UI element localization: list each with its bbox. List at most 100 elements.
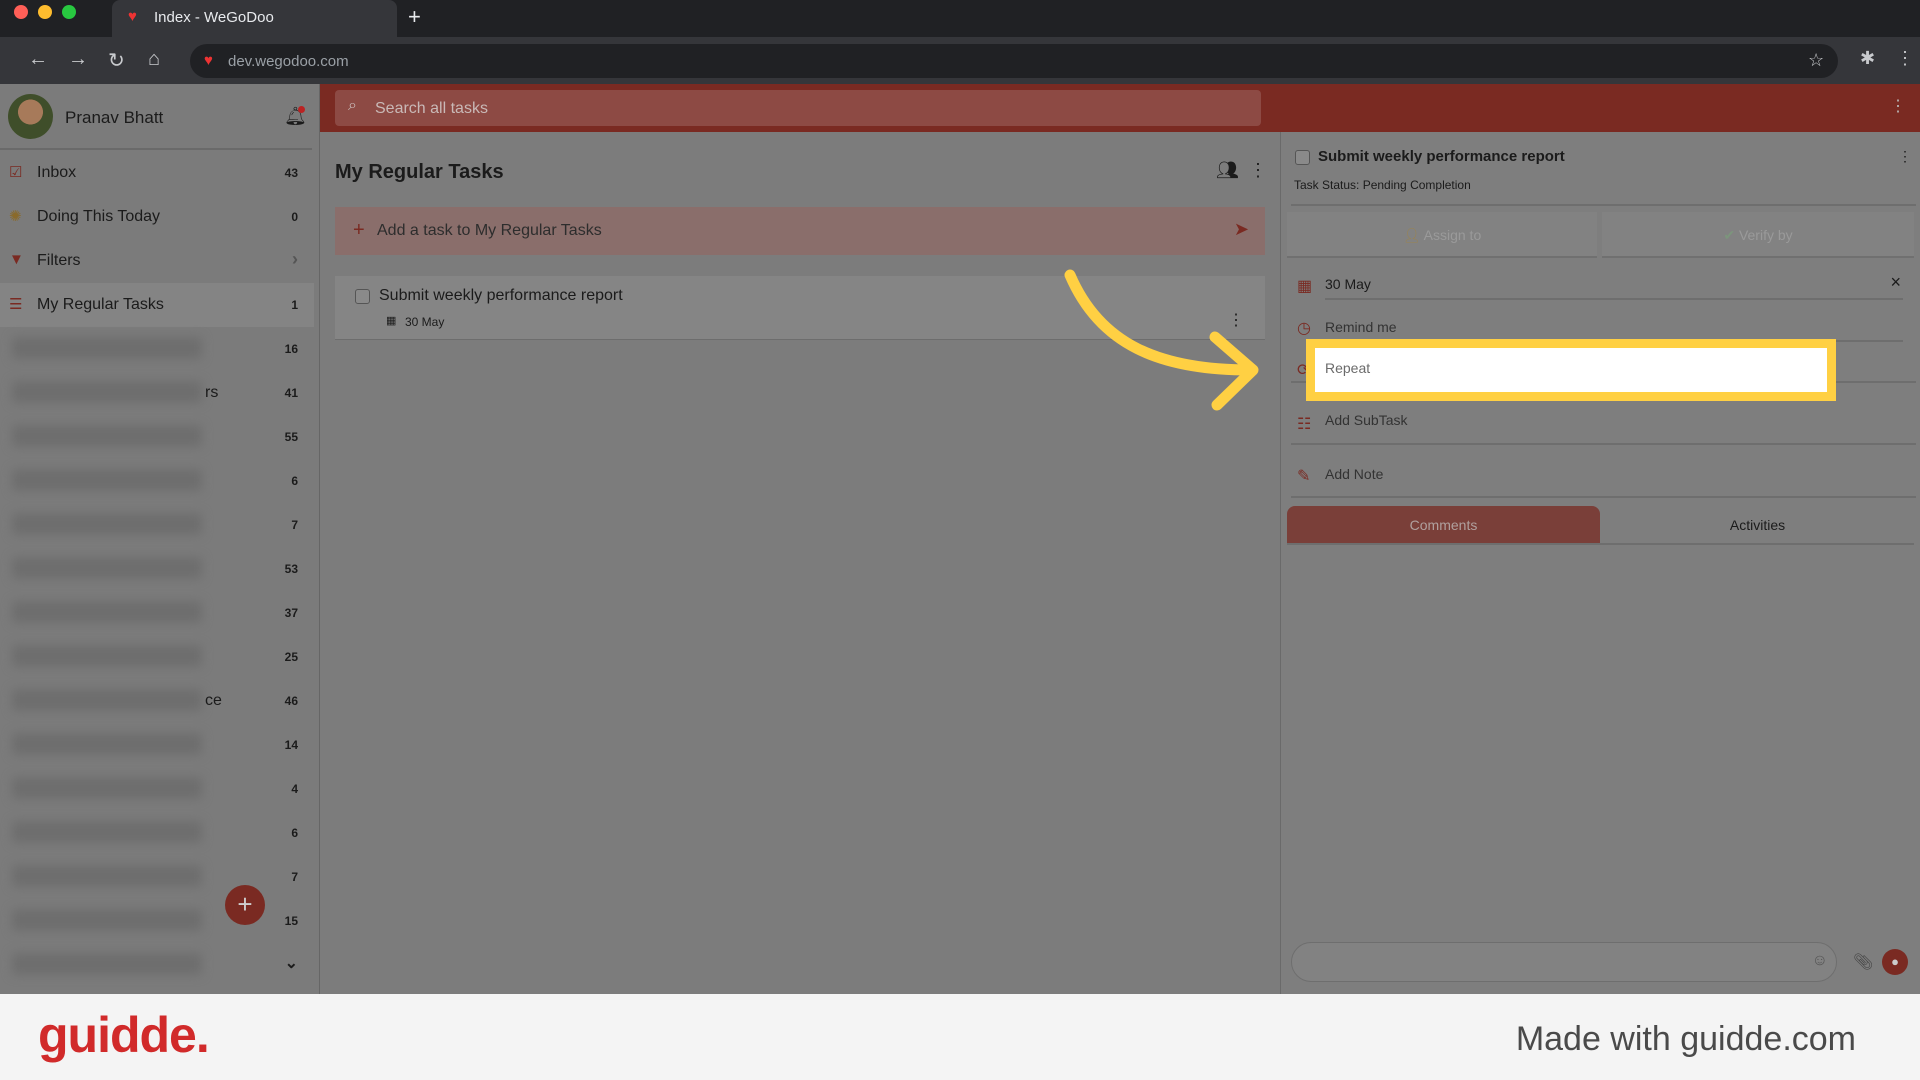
new-tab-button[interactable]: + bbox=[408, 4, 421, 30]
repeat-field-highlighted[interactable]: Repeat bbox=[1306, 339, 1836, 401]
minimize-window-button[interactable] bbox=[38, 5, 52, 19]
task-title: Submit weekly performance report bbox=[379, 287, 623, 304]
search-placeholder: Search all tasks bbox=[375, 100, 488, 117]
divider bbox=[1287, 543, 1914, 545]
add-task-input[interactable]: + Add a task to My Regular Tasks ➤ bbox=[335, 207, 1265, 255]
sidebar-project-item[interactable]: 6 bbox=[0, 459, 314, 503]
more-icon[interactable]: ⋮ bbox=[1890, 96, 1906, 116]
sidebar-project-item[interactable]: ⌄ bbox=[0, 943, 314, 987]
sidebar-item-count: 53 bbox=[284, 562, 298, 576]
detail-menu-icon[interactable]: ⋮ bbox=[1898, 148, 1912, 165]
clock-icon: ◷ bbox=[1297, 320, 1311, 337]
due-date-field[interactable]: 30 May × bbox=[1325, 270, 1903, 300]
avatar[interactable] bbox=[8, 94, 53, 139]
microphone-button[interactable]: ● bbox=[1882, 949, 1908, 975]
user-name: Pranav Bhatt bbox=[65, 108, 164, 127]
add-note-button[interactable]: Add Note bbox=[1291, 450, 1916, 498]
blurred-label bbox=[12, 337, 202, 359]
sidebar-project-item[interactable]: 53 bbox=[0, 547, 314, 591]
url-field[interactable]: ♥ dev.wegodoo.com bbox=[190, 44, 1838, 78]
browser-menu-icon[interactable]: ⋮ bbox=[1896, 48, 1914, 69]
sidebar-item-count: 6 bbox=[291, 826, 298, 840]
blurred-label bbox=[12, 425, 202, 447]
blurred-label bbox=[12, 557, 202, 579]
sidebar-item-count: 0 bbox=[291, 210, 298, 224]
sidebar-project-item[interactable]: 6 bbox=[0, 811, 314, 855]
sidebar-item-count: 41 bbox=[284, 386, 298, 400]
sidebar-item-count: 14 bbox=[284, 738, 298, 752]
page-title: My Regular Tasks bbox=[335, 161, 504, 183]
forward-icon[interactable]: → bbox=[68, 48, 88, 71]
sidebar-item-count: 43 bbox=[284, 166, 298, 180]
guide-arrow bbox=[1064, 269, 1259, 411]
star-icon[interactable]: ☆ bbox=[1808, 50, 1824, 71]
emoji-icon[interactable]: ☺ bbox=[1812, 952, 1828, 970]
home-icon[interactable]: ⌂ bbox=[148, 48, 160, 71]
sidebar-project-item[interactable]: 25 bbox=[0, 635, 314, 679]
sidebar-item-count: 16 bbox=[284, 342, 298, 356]
blurred-label bbox=[12, 689, 202, 711]
assign-to-button[interactable]: 👤︎ Assign to bbox=[1287, 212, 1597, 258]
sidebar-project-item[interactable]: 37 bbox=[0, 591, 314, 635]
remind-me-field[interactable]: Remind me bbox=[1325, 312, 1903, 342]
notification-dot bbox=[298, 106, 305, 113]
chevron-down-icon[interactable]: ⌄ bbox=[285, 953, 298, 973]
blurred-label bbox=[12, 381, 202, 403]
add-task-placeholder: Add a task to My Regular Tasks bbox=[377, 222, 602, 239]
blurred-label bbox=[12, 601, 202, 623]
sidebar-item-inbox[interactable]: ☑ Inbox 43 bbox=[0, 151, 314, 195]
search-input[interactable]: ⌕ Search all tasks bbox=[335, 90, 1261, 126]
task-checkbox[interactable] bbox=[355, 289, 370, 304]
sidebar-project-item[interactable]: 16 bbox=[0, 327, 314, 371]
check-square-icon: ☑ bbox=[9, 164, 23, 181]
due-date: 30 May bbox=[1325, 276, 1371, 292]
sidebar-project-item[interactable]: 15 bbox=[0, 899, 314, 943]
attachment-icon[interactable]: 📎︎ bbox=[1853, 952, 1873, 972]
chevron-right-icon: › bbox=[292, 249, 298, 269]
sun-icon: ✺ bbox=[9, 208, 22, 225]
tab-comments[interactable]: Comments bbox=[1287, 506, 1600, 543]
blurred-label bbox=[12, 777, 202, 799]
sidebar-item-filters[interactable]: ▼ Filters › bbox=[0, 239, 314, 283]
blurred-label bbox=[12, 513, 202, 535]
sidebar-item-doing-today[interactable]: ✺ Doing This Today 0 bbox=[0, 195, 314, 239]
assign-label: Assign to bbox=[1423, 227, 1482, 243]
back-icon[interactable]: ← bbox=[28, 48, 48, 71]
detail-title: Submit weekly performance report bbox=[1318, 148, 1565, 165]
sidebar-project-item[interactable]: 4 bbox=[0, 767, 314, 811]
add-project-button[interactable]: + bbox=[225, 885, 265, 925]
tab-activities[interactable]: Activities bbox=[1601, 506, 1914, 543]
detail-checkbox[interactable] bbox=[1295, 150, 1310, 165]
sidebar-project-item[interactable]: rs 41 bbox=[0, 371, 314, 415]
remind-label: Remind me bbox=[1325, 319, 1397, 335]
close-window-button[interactable] bbox=[14, 5, 28, 19]
reload-icon[interactable]: ↻ bbox=[108, 48, 125, 73]
browser-tab[interactable]: ♥ Index - WeGoDoo bbox=[112, 0, 397, 37]
verify-by-button[interactable]: ✔ Verify by bbox=[1602, 212, 1914, 258]
sidebar-item-count: 37 bbox=[284, 606, 298, 620]
check-circle-icon: ✔ bbox=[1723, 227, 1739, 243]
blurred-label bbox=[12, 645, 202, 667]
list-menu-icon[interactable]: ⋮ bbox=[1249, 160, 1267, 181]
sidebar-project-item[interactable]: 14 bbox=[0, 723, 314, 767]
url-text: dev.wegodoo.com bbox=[228, 53, 349, 70]
members-icon[interactable]: 👥︎ bbox=[1216, 160, 1239, 181]
tab-title: Index - WeGoDoo bbox=[154, 9, 274, 26]
sidebar-project-item[interactable]: 7 bbox=[0, 855, 314, 899]
sidebar-item-my-regular-tasks[interactable]: ☰ My Regular Tasks 1 bbox=[0, 283, 314, 327]
add-subtask-button[interactable]: Add SubTask bbox=[1291, 397, 1916, 445]
sidebar-item-count: 4 bbox=[291, 782, 298, 796]
comment-input[interactable]: ☺ bbox=[1291, 942, 1837, 982]
clear-date-icon[interactable]: × bbox=[1890, 272, 1901, 293]
maximize-window-button[interactable] bbox=[62, 5, 76, 19]
guidde-logo: guidde. bbox=[38, 1007, 210, 1063]
send-icon[interactable]: ➤ bbox=[1234, 219, 1249, 240]
site-icon: ♥ bbox=[204, 52, 213, 69]
sidebar: Pranav Bhatt 🔔︎ ☑ Inbox 43 ✺ Doing This Tod… bbox=[0, 84, 320, 994]
sidebar-project-item[interactable]: 55 bbox=[0, 415, 314, 459]
sidebar-project-item[interactable]: 7 bbox=[0, 503, 314, 547]
sidebar-item-count: 15 bbox=[284, 914, 298, 928]
blurred-label bbox=[12, 909, 202, 931]
extensions-icon[interactable]: ✱ bbox=[1860, 48, 1875, 69]
sidebar-project-item[interactable]: ce 46 bbox=[0, 679, 314, 723]
